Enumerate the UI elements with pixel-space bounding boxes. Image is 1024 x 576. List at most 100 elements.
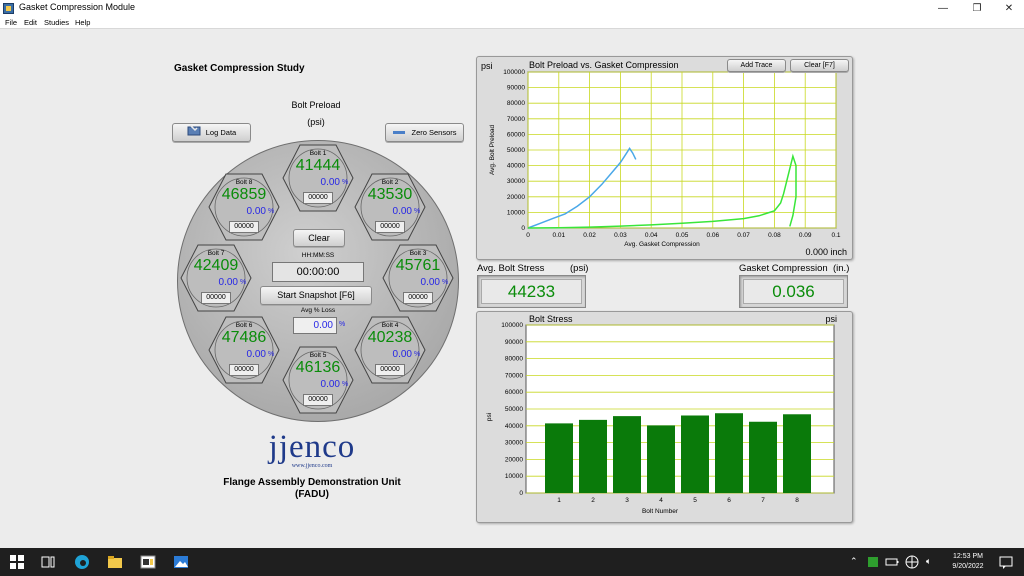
log-data-icon <box>187 124 201 142</box>
bolt-count-field: 00000 <box>229 221 259 233</box>
clock-time: 12:53 PM <box>953 553 983 560</box>
bar-bolt-2 <box>579 419 607 493</box>
xy-chart-svg: psi Bolt Preload vs. Gasket Compression 0 1… <box>481 60 847 257</box>
bar-y-tick: 60000 <box>505 389 523 396</box>
bar-y-tick: 50000 <box>505 406 523 413</box>
bolt-2: Bolt 2 43530 0.00% 00000 <box>354 173 426 241</box>
avg-bolt-stress-unit: (psi) <box>570 263 589 274</box>
bolt-name: Bolt 6 <box>235 322 253 329</box>
bar-x-tick: 1 <box>557 497 561 504</box>
restore-button[interactable]: ❐ <box>960 0 994 17</box>
bar-chart-title: Bolt Stress <box>529 314 573 324</box>
log-data-button[interactable]: Log Data <box>172 123 251 142</box>
xy-y-tick: 10000 <box>507 209 525 216</box>
preload-vs-compression-chart: psi Bolt Preload vs. Gasket Compression 0 1… <box>476 56 853 260</box>
bar-y-tick: 90000 <box>505 339 523 346</box>
xy-x-tick: 0.02 <box>583 232 596 239</box>
bar-x-tick: 4 <box>659 497 663 504</box>
volume-icon[interactable]: 🔈︎ <box>926 556 931 567</box>
clock-date: 9/20/2022 <box>952 563 984 570</box>
menu-bar: File Edit Studies Help <box>0 17 1024 29</box>
bolt-8: Bolt 8 46859 0.00% 00000 <box>208 173 280 241</box>
bolt-count-field: 00000 <box>201 292 231 304</box>
minimize-button[interactable]: — <box>926 0 960 17</box>
bolt-stress-chart: Bolt Stress psi 0 10000 20000 30000 40000 50000… <box>476 311 853 523</box>
bolt-count-field: 00000 <box>303 192 333 204</box>
menu-edit[interactable]: Edit <box>24 17 37 29</box>
bar-x-axis-label: Bolt Number <box>642 508 679 515</box>
bolt-loss-percent: 0.00 <box>218 277 238 288</box>
gasket-compression-unit: (in.) <box>833 263 850 274</box>
bolt-percent-sign: % <box>414 208 421 215</box>
bar-x-tick: 7 <box>761 497 765 504</box>
menu-help[interactable]: Help <box>75 17 90 29</box>
bolt-3: Bolt 3 45761 0.00% 00000 <box>382 244 454 312</box>
bolt-count-field: 00000 <box>375 221 405 233</box>
xy-cursor-readout: 0.000 inch <box>805 247 847 257</box>
bolt-1: Bolt 1 41444 0.00% 00000 <box>282 144 354 212</box>
bar-x-tick: 8 <box>795 497 799 504</box>
xy-y-tick: 90000 <box>507 85 525 92</box>
avg-loss-value: 0.00 <box>293 317 337 334</box>
bar-bolt-8 <box>783 414 811 493</box>
labview-app-icon[interactable] <box>140 554 156 570</box>
xy-chart-unit: psi <box>481 61 493 71</box>
bolt-percent-sign: % <box>442 279 449 286</box>
bolt-loss-percent: 0.00 <box>320 177 340 188</box>
gasket-compression-value: 0.036 <box>743 279 844 304</box>
edge-browser-icon[interactable] <box>74 554 90 570</box>
timer-display: 00:00:00 <box>272 262 364 282</box>
bolt-name: Bolt 7 <box>207 250 225 257</box>
study-title: Gasket Compression Study <box>174 63 305 74</box>
bar-y-tick: 10000 <box>505 473 523 480</box>
zero-sensors-button[interactable]: Zero Sensors <box>385 123 464 142</box>
close-button[interactable]: ✕ <box>992 0 1024 17</box>
bar-bolt-6 <box>715 413 743 493</box>
bolt-percent-sign: % <box>342 381 349 388</box>
xy-y-tick: 70000 <box>507 116 525 123</box>
preload-title: Bolt Preload <box>291 100 341 110</box>
windows-start-icon[interactable] <box>9 554 25 570</box>
preload-unit: (psi) <box>307 117 325 127</box>
clear-chart-button[interactable]: Clear [F7] <box>790 59 849 72</box>
jjenco-logo: jjenco <box>268 429 356 465</box>
tray-app-icon[interactable] <box>865 554 881 570</box>
bar-y-axis-label: psi <box>486 413 493 421</box>
taskbar-clock[interactable]: 12:53 PM 9/20/2022 <box>942 552 994 572</box>
start-snapshot-button[interactable]: Start Snapshot [F6] <box>260 286 372 305</box>
avg-loss-percent-sign: % <box>339 321 346 328</box>
bar-chart-unit: psi <box>825 314 837 324</box>
tray-chevron-icon[interactable]: ⌃ <box>850 556 858 567</box>
bolt-name: Bolt 5 <box>309 352 327 359</box>
xy-x-axis-label: Avg. Gasket Compression <box>624 241 700 248</box>
xy-x-tick: 0.01 <box>552 232 565 239</box>
file-explorer-icon[interactable] <box>107 554 123 570</box>
menu-file[interactable]: File <box>5 17 17 29</box>
photos-app-icon[interactable] <box>173 554 189 570</box>
menu-studies[interactable]: Studies <box>44 17 69 29</box>
xy-x-tick: 0.04 <box>645 232 658 239</box>
xy-x-tick: 0 <box>526 232 530 239</box>
zero-sensors-label: Zero Sensors <box>411 128 457 137</box>
xy-x-tick: 0.05 <box>676 232 689 239</box>
clear-button[interactable]: Clear <box>293 229 345 247</box>
xy-y-axis-label: Avg. Bolt Preload <box>489 125 496 175</box>
battery-icon[interactable] <box>884 554 900 570</box>
notification-icon[interactable] <box>998 554 1014 570</box>
add-trace-button[interactable]: Add Trace <box>727 59 786 72</box>
bar-y-tick: 100000 <box>501 322 523 329</box>
bolt-preload-value: 46136 <box>295 359 341 376</box>
bar-chart-svg: Bolt Stress psi 0 10000 20000 30000 40000 50000… <box>486 314 837 515</box>
xy-y-tick: 0 <box>521 225 525 232</box>
bolt-loss-percent: 0.00 <box>320 379 340 390</box>
xy-y-tick: 80000 <box>507 100 525 107</box>
bolt-percent-sign: % <box>268 351 275 358</box>
bolt-count-field: 00000 <box>303 394 333 406</box>
bolt-preload-value: 41444 <box>295 157 341 174</box>
bar-y-tick: 40000 <box>505 423 523 430</box>
bolt-preload-value: 45761 <box>395 257 441 274</box>
network-globe-icon[interactable] <box>904 554 920 570</box>
bar-x-tick: 6 <box>727 497 731 504</box>
task-view-icon[interactable] <box>40 554 56 570</box>
bar-bolt-5 <box>681 415 709 493</box>
